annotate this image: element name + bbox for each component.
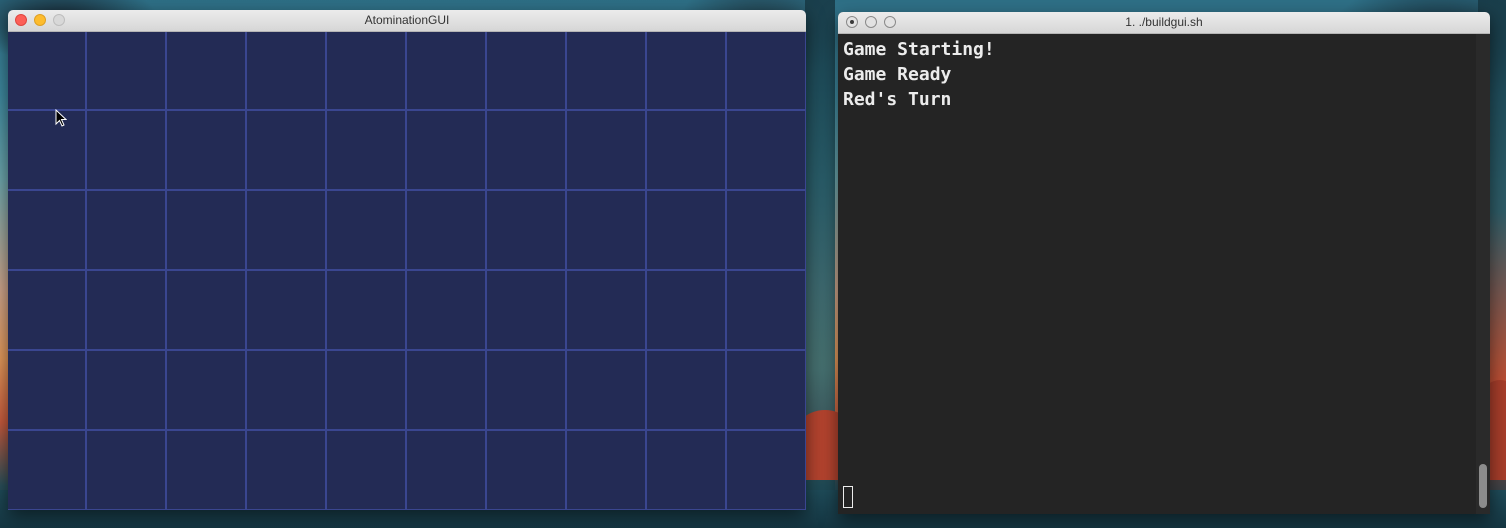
zoom-icon[interactable] — [884, 16, 896, 28]
gui-window-title: AtominationGUI — [364, 13, 450, 27]
text-cursor — [843, 486, 853, 508]
terminal-line: Game Starting! — [843, 39, 995, 60]
close-icon[interactable] — [846, 16, 858, 28]
minimize-icon[interactable] — [865, 16, 877, 28]
close-icon[interactable] — [15, 14, 27, 26]
terminal-output[interactable]: Game Starting! Game Ready Red's Turn — [838, 34, 1476, 514]
terminal-titlebar[interactable]: 1. ./buildgui.sh — [838, 12, 1490, 34]
minimize-icon[interactable] — [34, 14, 46, 26]
terminal-line: Red's Turn — [843, 89, 952, 110]
gui-titlebar[interactable]: AtominationGUI — [8, 10, 806, 32]
terminal-window-title: 1. ./buildgui.sh — [1125, 15, 1203, 29]
terminal-scrollbar[interactable] — [1476, 34, 1490, 514]
zoom-icon[interactable] — [53, 14, 65, 26]
atomination-gui-window[interactable]: AtominationGUI — [8, 10, 806, 510]
scrollbar-thumb[interactable] — [1479, 464, 1487, 508]
terminal-window[interactable]: 1. ./buildgui.sh Game Starting! Game Rea… — [838, 12, 1490, 514]
game-board-grid[interactable] — [8, 32, 806, 510]
terminal-line: Game Ready — [843, 64, 952, 85]
